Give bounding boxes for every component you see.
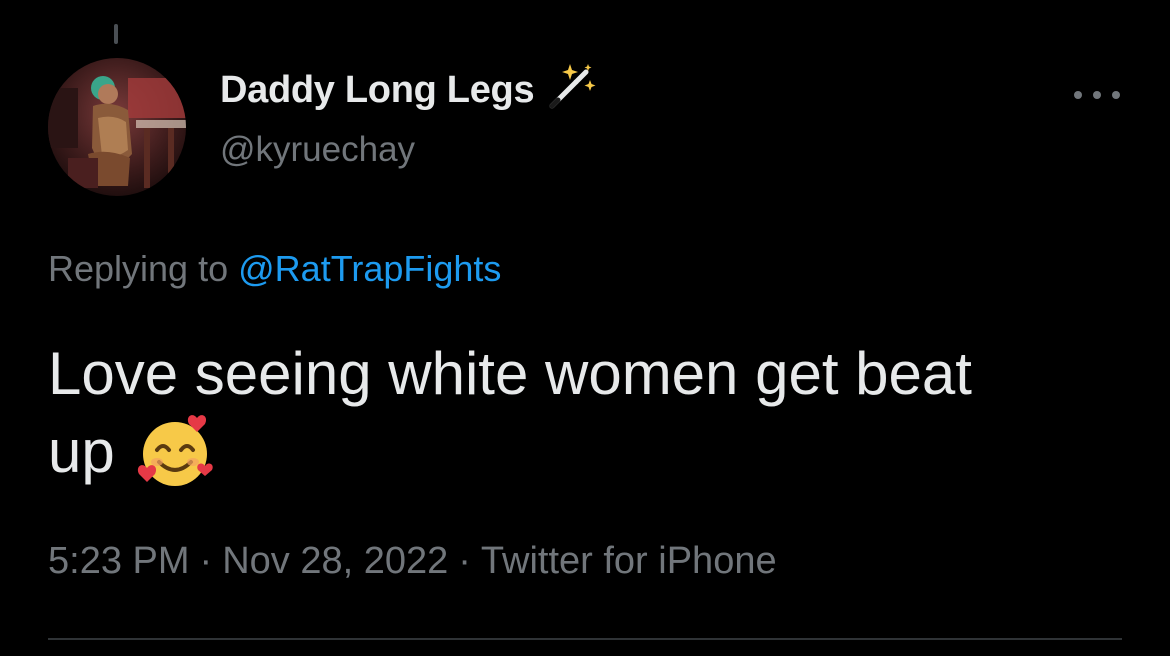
tweet-time[interactable]: 5:23 PM: [48, 540, 190, 582]
tweet-text-line-1: Love seeing white women get beat: [48, 340, 972, 407]
tweet-text-line-2-row: up: [48, 412, 1128, 492]
tweet-body: Love seeing white women get beat up: [48, 336, 1128, 492]
thread-connector-line: [114, 24, 118, 44]
smiling-face-with-hearts-icon: [137, 415, 213, 486]
more-dot-icon: [1112, 91, 1120, 99]
display-name[interactable]: Daddy Long Legs: [220, 69, 535, 112]
author-name-row[interactable]: Daddy Long Legs: [220, 64, 598, 112]
tweet-date[interactable]: Nov 28, 2022: [222, 540, 448, 582]
tweet-source[interactable]: Twitter for iPhone: [481, 540, 777, 582]
replying-to-prefix: Replying to: [48, 248, 229, 289]
more-dot-icon: [1074, 91, 1082, 99]
more-options-button[interactable]: [1074, 82, 1120, 108]
replying-to-line: Replying to @RatTrapFights: [48, 248, 501, 290]
author-handle[interactable]: @kyruechay: [220, 130, 415, 170]
separator-dot: ·: [199, 540, 213, 582]
tweet-metadata: 5:23 PM · Nov 28, 2022 · Twitter for iPhone: [48, 540, 777, 583]
avatar-photo: [48, 58, 186, 196]
tweet-text-line-2: up: [48, 418, 115, 485]
replying-to-mention[interactable]: @RatTrapFights: [238, 248, 501, 289]
avatar[interactable]: [48, 58, 186, 196]
separator-dot: ·: [458, 540, 471, 582]
magic-wand-icon: [549, 64, 596, 109]
more-dot-icon: [1093, 91, 1101, 99]
divider: [48, 638, 1122, 640]
